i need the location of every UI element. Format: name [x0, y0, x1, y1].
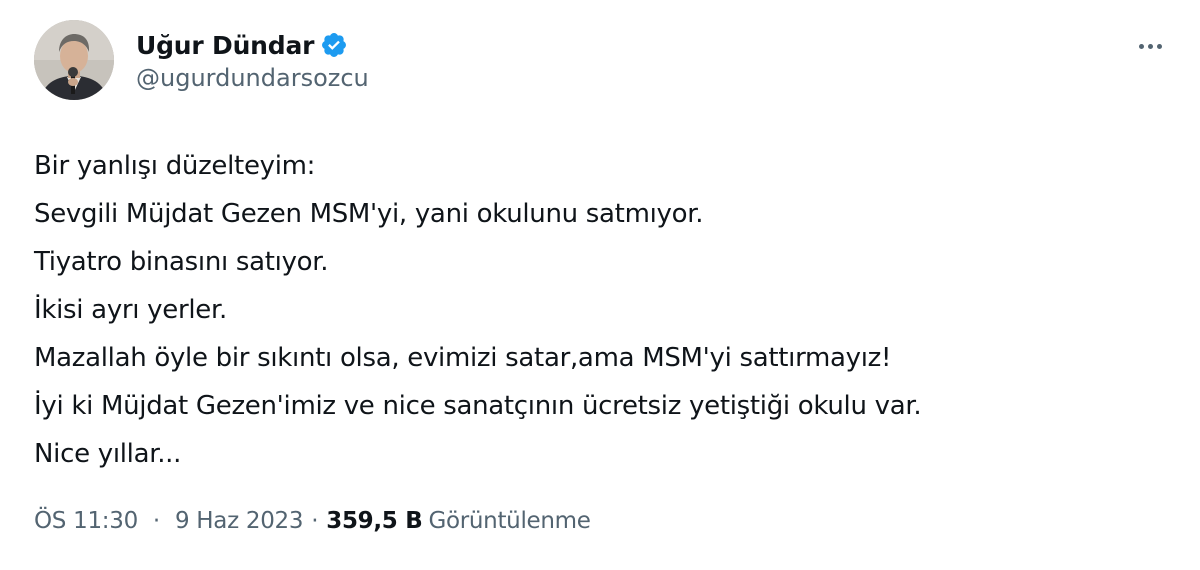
- tweet-date: 9 Haz 2023: [174, 508, 304, 534]
- verified-badge-icon[interactable]: [320, 31, 348, 59]
- tweet-text: Bir yanlışı düzelteyim: Sevgili Müjdat G…: [34, 142, 1174, 478]
- author-names: Uğur Dündar @ugurdundarsozcu: [136, 28, 369, 93]
- tweet-card: Uğur Dündar @ugurdundarsozcu Bir yanlışı…: [0, 0, 1200, 570]
- meta-separator: ·: [152, 508, 160, 534]
- tweet-timestamp[interactable]: ÖS 11:30 · 9 Haz 2023: [34, 508, 304, 534]
- name-row: Uğur Dündar: [136, 28, 369, 62]
- tweet-text-line: İyi ki Müjdat Gezen'imiz ve nice sanatçı…: [34, 391, 922, 421]
- tweet-header: Uğur Dündar @ugurdundarsozcu: [34, 20, 369, 100]
- tweet-time: ÖS 11:30: [34, 508, 138, 534]
- avatar[interactable]: [34, 20, 114, 100]
- more-horizontal-icon: [1156, 43, 1162, 49]
- tweet-text-line: Nice yıllar...: [34, 439, 182, 469]
- tweet-metadata: ÖS 11:30 · 9 Haz 2023 · 359,5 B Görüntüle…: [34, 508, 591, 534]
- more-options-button[interactable]: [1130, 26, 1170, 66]
- more-horizontal-icon: [1138, 43, 1144, 49]
- tweet-text-line: Mazallah öyle bir sıkıntı olsa, evimizi …: [34, 343, 892, 373]
- tweet-text-line: Tiyatro binasını satıyor.: [34, 247, 329, 277]
- author-handle[interactable]: @ugurdundarsozcu: [136, 64, 369, 92]
- more-horizontal-icon: [1147, 43, 1153, 49]
- views-link[interactable]: 359,5 B Görüntülenme: [326, 508, 591, 534]
- tweet-text-line: İkisi ayrı yerler.: [34, 295, 227, 325]
- author-display-name[interactable]: Uğur Dündar: [136, 31, 314, 60]
- avatar-image: [34, 20, 114, 100]
- tweet-text-line: Bir yanlışı düzelteyim:: [34, 151, 316, 181]
- meta-separator: ·: [311, 508, 319, 534]
- views-count: 359,5 B: [326, 508, 423, 534]
- views-label: Görüntülenme: [428, 508, 591, 534]
- tweet-text-line: Sevgili Müjdat Gezen MSM'yi, yani okulun…: [34, 199, 704, 229]
